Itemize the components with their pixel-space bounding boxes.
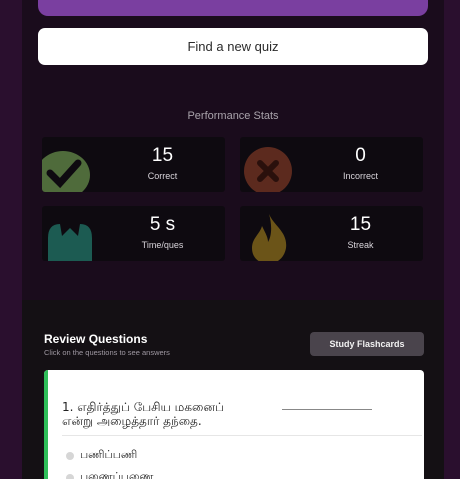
stat-incorrect-value: 0 xyxy=(355,145,366,166)
app-frame: Find a new quiz Performance Stats 15 Cor… xyxy=(0,0,460,479)
option-item[interactable]: பணைப்பணை xyxy=(66,470,153,479)
stat-correct-value: 15 xyxy=(151,145,174,166)
question-line-1: எதிர்த்துப் பேசிய மகனைப் xyxy=(77,400,224,414)
flame-icon xyxy=(244,212,294,261)
question-card[interactable]: 1. எதிர்த்துப் பேசிய மகனைப் என்று அழைத்த… xyxy=(44,370,424,479)
review-section: Review Questions Click on the questions … xyxy=(22,300,444,479)
study-flashcards-button[interactable]: Study Flashcards xyxy=(310,332,424,356)
answer-blank xyxy=(282,409,372,410)
performance-stats-title: Performance Stats xyxy=(187,110,279,122)
question-line-2: என்று அழைத்தார் தந்தை. xyxy=(62,414,202,428)
review-questions-title: Review Questions xyxy=(44,332,148,346)
option-label: பணைப்பணை xyxy=(80,470,154,479)
top-accent-bar xyxy=(38,0,428,16)
review-questions-subtitle: Click on the questions to see answers xyxy=(44,348,170,357)
stat-streak-label: Streak xyxy=(347,240,374,250)
find-new-quiz-button[interactable]: Find a new quiz xyxy=(38,28,428,65)
option-item[interactable]: பணிப்பணி xyxy=(66,448,137,463)
stat-incorrect: 0 Incorrect xyxy=(240,137,423,192)
x-icon xyxy=(244,147,292,192)
hourglass-icon xyxy=(42,216,98,261)
stat-time-label: Time/ques xyxy=(141,240,184,250)
stat-streak: 15 Streak xyxy=(240,206,423,261)
question-number: 1. xyxy=(62,400,74,414)
radio-icon xyxy=(66,451,74,460)
option-label: பணிப்பணி xyxy=(80,448,138,461)
stat-correct: 15 Correct xyxy=(42,137,225,192)
stat-time-value: 5 s xyxy=(149,214,176,235)
stat-incorrect-label: Incorrect xyxy=(342,171,378,181)
stat-correct-label: Correct xyxy=(147,171,178,181)
question-text: 1. எதிர்த்துப் பேசிய மகனைப் என்று அழைத்த… xyxy=(62,400,362,428)
question-divider xyxy=(62,435,422,436)
radio-icon xyxy=(66,473,74,479)
stat-streak-value: 15 xyxy=(349,214,372,235)
check-icon xyxy=(42,151,90,192)
correct-accent-bar xyxy=(44,370,48,479)
stat-time: 5 s Time/ques xyxy=(42,206,225,261)
main-panel: Find a new quiz Performance Stats 15 Cor… xyxy=(22,0,444,479)
